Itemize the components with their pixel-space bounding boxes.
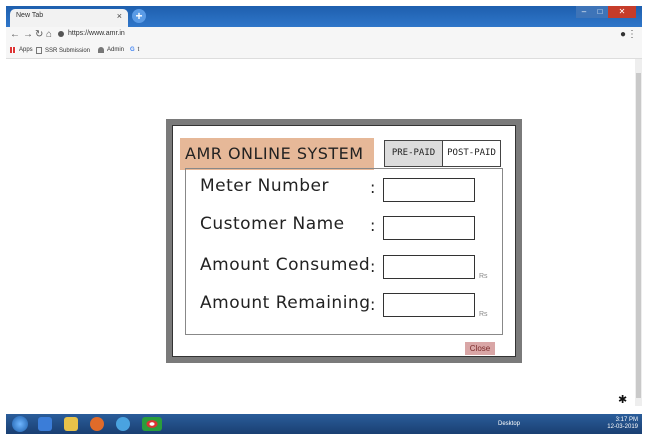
customer-name-input[interactable] [383, 216, 475, 240]
amount-consumed-label: Amount Consumed [200, 255, 371, 275]
back-arrow-icon[interactable]: ← [10, 29, 20, 40]
reload-icon[interactable]: ↻ [35, 29, 43, 40]
field-colon: : [370, 257, 376, 276]
meter-number-label: Meter Number [200, 176, 329, 196]
amount-consumed-unit: Rs [479, 273, 488, 280]
tab-close-icon[interactable]: × [117, 11, 122, 21]
meter-number-input[interactable] [383, 178, 475, 202]
address-bar: ← → ↻ ⌂ https://www.amr.in ● ⋮ [6, 27, 642, 44]
bookmarks-bar: Apps SSR Submission Admin G t [6, 44, 642, 59]
forward-arrow-icon[interactable]: → [23, 29, 33, 40]
tab-strip: New Tab × + – □ ✕ [6, 6, 642, 27]
user-icon [98, 47, 104, 53]
file-explorer-icon[interactable] [64, 417, 78, 431]
bookmark-label: SSR Submission [45, 47, 91, 54]
gear-icon[interactable]: ✱ [618, 393, 627, 406]
screen: New Tab × + – □ ✕ ← → ↻ ⌂ https://www.am… [6, 6, 642, 434]
amount-remaining-unit: Rs [479, 311, 488, 318]
tab-title: New Tab [16, 12, 44, 19]
internet-explorer-icon[interactable] [116, 417, 130, 431]
account-circle-icon[interactable]: ● [620, 29, 626, 40]
field-colon: : [370, 178, 376, 197]
apps-grid-icon [10, 47, 16, 53]
field-colon: : [370, 216, 376, 235]
bookmark-apps[interactable]: Apps [10, 47, 33, 53]
start-button-icon[interactable] [12, 416, 28, 432]
desktop-label[interactable]: Desktop [498, 421, 520, 427]
google-icon: G [130, 47, 135, 53]
scrollbar-thumb[interactable] [636, 73, 641, 398]
amount-remaining-input[interactable] [383, 293, 475, 317]
media-player-icon[interactable] [38, 417, 52, 431]
firefox-icon[interactable] [90, 417, 104, 431]
scrollbar[interactable] [635, 59, 642, 406]
field-colon: : [370, 295, 376, 314]
clock-time: 3:17 PM [615, 417, 638, 423]
prepaid-button[interactable]: PRE-PAID [385, 141, 443, 166]
url-field[interactable]: https://www.amr.in [68, 30, 125, 37]
bookmark-ssr-submission[interactable]: SSR Submission [36, 47, 90, 54]
bookmark-admin[interactable]: Admin [98, 47, 124, 53]
system-tray-clock[interactable]: 3:17 PM 12-03-2019 [607, 417, 638, 431]
minimize-icon[interactable]: – [576, 6, 592, 18]
amr-panel-frame: AMR ONLINE SYSTEM PRE-PAID POST-PAID Met… [166, 119, 522, 363]
page-icon [36, 47, 42, 54]
amount-consumed-input[interactable] [383, 255, 475, 279]
home-icon[interactable]: ⌂ [46, 29, 52, 40]
new-tab-button[interactable]: + [132, 9, 146, 23]
meter-form: Meter Number : Customer Name : Amount Co… [185, 168, 503, 335]
close-button[interactable]: Close [465, 342, 495, 355]
maximize-icon[interactable]: □ [592, 6, 608, 18]
kebab-menu-icon[interactable]: ⋮ [627, 29, 637, 40]
browser-tab[interactable]: New Tab × [10, 9, 128, 27]
taskbar: Desktop 3:17 PM 12-03-2019 [6, 414, 642, 434]
secure-lock-icon [58, 31, 64, 37]
bookmark-google[interactable]: G t [130, 47, 139, 53]
window-close-icon[interactable]: ✕ [608, 6, 636, 18]
clock-date: 12-03-2019 [607, 424, 638, 430]
bookmark-label: Apps [19, 47, 33, 53]
chrome-icon[interactable] [142, 417, 162, 431]
mode-toggle: PRE-PAID POST-PAID [384, 140, 501, 167]
amount-remaining-label: Amount Remaining [200, 293, 371, 313]
postpaid-button[interactable]: POST-PAID [443, 141, 500, 166]
amr-panel: AMR ONLINE SYSTEM PRE-PAID POST-PAID Met… [172, 125, 516, 357]
customer-name-label: Customer Name [200, 214, 345, 234]
app-title: AMR ONLINE SYSTEM [180, 138, 374, 170]
window-controls: – □ ✕ [576, 6, 636, 20]
bookmark-label: Admin [107, 47, 125, 53]
bookmark-label: t [137, 47, 140, 53]
